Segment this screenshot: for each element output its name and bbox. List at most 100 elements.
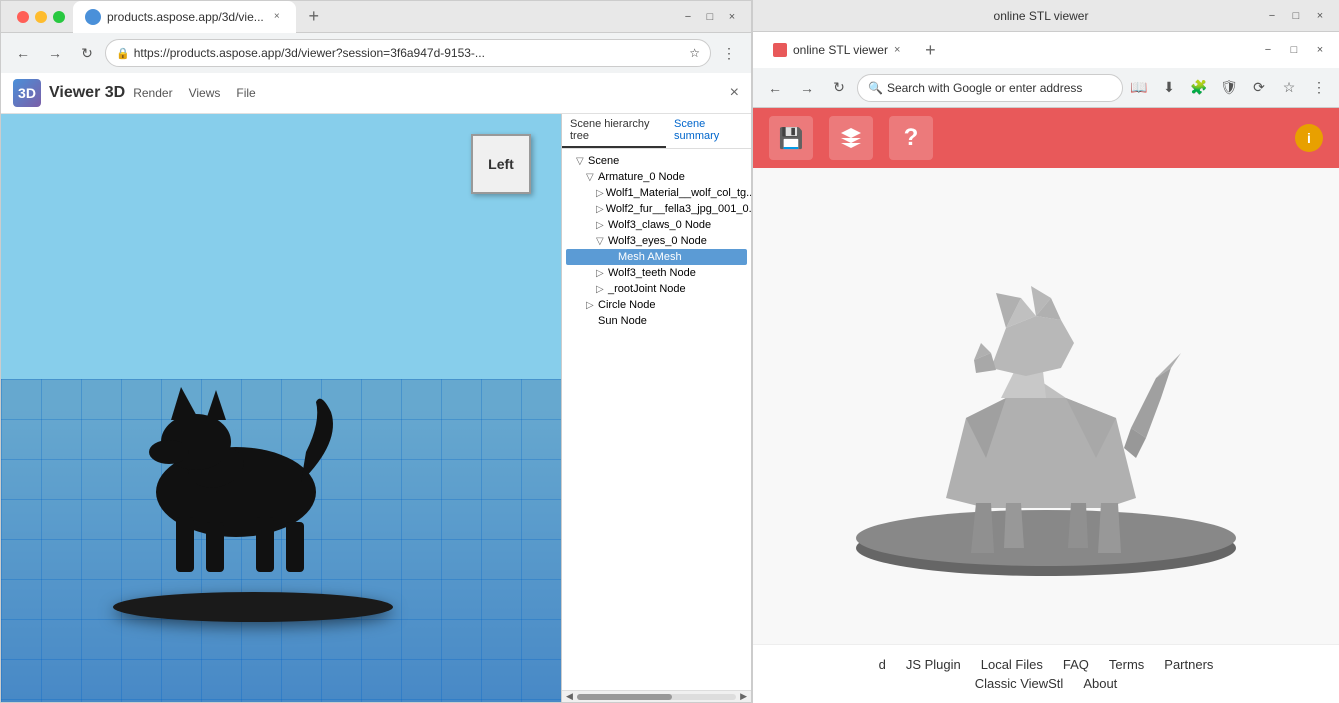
3d-viewport[interactable]: Left (1, 114, 561, 702)
right-menu-icon[interactable]: ⋮ (1307, 76, 1331, 100)
footer-terms-link[interactable]: Terms (1109, 657, 1144, 672)
tree-rootjoint[interactable]: ▷ _rootJoint Node (566, 281, 747, 297)
left-close-btn[interactable] (17, 11, 29, 23)
refresh-button[interactable]: ↻ (73, 39, 101, 67)
menu-file[interactable]: File (236, 86, 255, 100)
save-toolbar-btn[interactable]: 💾 (769, 116, 813, 160)
tree-wolf2[interactable]: ▷ Wolf2_fur__fella3_jpg_001_0... (566, 201, 747, 217)
scene-scrollbar: ◀ ▶ (562, 690, 751, 702)
right-tab-close[interactable]: × (894, 44, 900, 56)
label-wolf3-teeth: Wolf3_teeth Node (608, 267, 696, 279)
tree-wolf1[interactable]: ▷ Wolf1_Material__wolf_col_tg... (566, 185, 747, 201)
app-close-button[interactable]: × (730, 84, 739, 102)
right-nav-minimize[interactable]: − (1257, 39, 1279, 61)
label-wolf1: Wolf1_Material__wolf_col_tg... (606, 187, 751, 199)
address-bar[interactable]: 🔒 https://products.aspose.app/3d/viewer?… (105, 39, 711, 67)
footer-local-files-link[interactable]: Local Files (981, 657, 1043, 672)
scene-hierarchy-tab[interactable]: Scene hierarchy tree (562, 114, 666, 148)
tree-mesh-amesh[interactable]: Mesh AMesh (566, 249, 747, 265)
tree-scene[interactable]: ▽ Scene (566, 153, 747, 169)
label-sun: Sun Node (598, 315, 647, 327)
info-badge[interactable]: i (1295, 124, 1323, 152)
right-back-button[interactable]: ← (761, 74, 789, 102)
right-minimize-btn[interactable]: − (1261, 5, 1283, 27)
right-address-text: Search with Google or enter address (887, 81, 1082, 95)
wolf-model-right (806, 198, 1286, 588)
footer-classic-viewstl-link[interactable]: Classic ViewStl (975, 676, 1064, 691)
wolf-platform-left (113, 592, 393, 622)
left-maximize-btn[interactable] (53, 11, 65, 23)
footer-partial-link[interactable]: d (879, 657, 886, 672)
tree-wolf3-eyes[interactable]: ▽ Wolf3_eyes_0 Node (566, 233, 747, 249)
app-content: Left (1, 114, 751, 702)
footer-js-plugin-link[interactable]: JS Plugin (906, 657, 961, 672)
right-nav-maximize[interactable]: □ (1283, 39, 1305, 61)
right-viewport[interactable] (753, 168, 1339, 644)
label-wolf3-claws: Wolf3_claws_0 Node (608, 219, 711, 231)
right-shield-icon[interactable]: 🛡 (1217, 76, 1241, 100)
arrow-armature: ▽ (586, 172, 596, 183)
left-os-maximize[interactable]: □ (699, 6, 721, 28)
arrow-circle: ▷ (586, 300, 596, 311)
left-tab-close[interactable]: × (270, 10, 284, 24)
menu-views[interactable]: Views (189, 86, 221, 100)
label-wolf2: Wolf2_fur__fella3_jpg_001_0... (606, 203, 751, 215)
scroll-right-arrow[interactable]: ▶ (740, 691, 747, 702)
tree-circle[interactable]: ▷ Circle Node (566, 297, 747, 313)
right-refresh-button[interactable]: ↻ (825, 74, 853, 102)
footer-about-link[interactable]: About (1083, 676, 1117, 691)
right-forward-button[interactable]: → (793, 74, 821, 102)
right-maximize-btn[interactable]: □ (1285, 5, 1307, 27)
left-minimize-btn[interactable] (35, 11, 47, 23)
app-menu: Render Views File (133, 86, 256, 100)
right-close-btn[interactable]: × (1309, 5, 1331, 27)
lock-icon: 🔒 (116, 47, 130, 60)
tree-wolf3-teeth[interactable]: ▷ Wolf3_teeth Node (566, 265, 747, 281)
left-new-tab-btn[interactable]: + (300, 3, 328, 31)
right-extensions-icon[interactable]: 🧩 (1187, 76, 1211, 100)
forward-button[interactable]: → (41, 39, 69, 67)
label-wolf3-eyes: Wolf3_eyes_0 Node (608, 235, 707, 247)
box-toolbar-btn[interactable] (829, 116, 873, 160)
help-toolbar-btn[interactable]: ? (889, 116, 933, 160)
tree-armature[interactable]: ▽ Armature_0 Node (566, 169, 747, 185)
left-os-minimize[interactable]: − (677, 6, 699, 28)
scene-tree: ▽ Scene ▽ Armature_0 Node ▷ Wolf1_Materi… (562, 149, 751, 690)
label-circle: Circle Node (598, 299, 655, 311)
app-titlebar: 3D Viewer 3D Render Views File × (1, 73, 751, 114)
bookmark-icon[interactable]: ☆ (689, 46, 700, 60)
tree-wolf3-claws[interactable]: ▷ Wolf3_claws_0 Node (566, 217, 747, 233)
right-active-tab[interactable]: online STL viewer × (761, 34, 912, 66)
left-active-tab[interactable]: products.aspose.app/3d/vie... × (73, 1, 296, 33)
right-download-icon[interactable]: ⬇ (1157, 76, 1181, 100)
right-bookmark-icon[interactable]: ☆ (1277, 76, 1301, 100)
right-nav-close[interactable]: × (1309, 39, 1331, 61)
footer-links-row1: d JS Plugin Local Files FAQ Terms Partne… (773, 657, 1319, 672)
right-reader-icon[interactable]: 📖 (1127, 76, 1151, 100)
view-cube[interactable]: Left (471, 134, 531, 194)
scene-summary-tab[interactable]: Scene summary (666, 114, 751, 148)
arrow-wolf3-eyes: ▽ (596, 236, 606, 247)
left-os-titlebar: products.aspose.app/3d/vie... × + − □ × (1, 1, 751, 33)
menu-render[interactable]: Render (133, 86, 172, 100)
left-os-close[interactable]: × (721, 6, 743, 28)
footer-faq-link[interactable]: FAQ (1063, 657, 1089, 672)
label-mesh-amesh: Mesh AMesh (618, 251, 682, 263)
left-tab-favicon (85, 9, 101, 25)
arrow-rootjoint: ▷ (596, 284, 606, 295)
right-app-toolbar: 💾 ? i (753, 108, 1339, 168)
scroll-left-arrow[interactable]: ◀ (566, 691, 573, 702)
back-button[interactable]: ← (9, 39, 37, 67)
footer-links-row2: Classic ViewStl About (773, 676, 1319, 691)
tree-sun[interactable]: Sun Node (566, 313, 747, 329)
cube-icon (839, 126, 863, 150)
right-sync-icon[interactable]: ⟳ (1247, 76, 1271, 100)
scroll-track[interactable] (577, 694, 736, 700)
right-address-bar[interactable]: 🔍 Search with Google or enter address (857, 74, 1123, 102)
footer-partners-link[interactable]: Partners (1164, 657, 1213, 672)
right-nav-bar: ← → ↻ 🔍 Search with Google or enter addr… (753, 68, 1339, 108)
address-text: https://products.aspose.app/3d/viewer?se… (134, 46, 686, 60)
label-scene: Scene (588, 155, 619, 167)
menu-button[interactable]: ⋮ (715, 39, 743, 67)
right-new-tab-btn[interactable]: + (916, 36, 944, 64)
